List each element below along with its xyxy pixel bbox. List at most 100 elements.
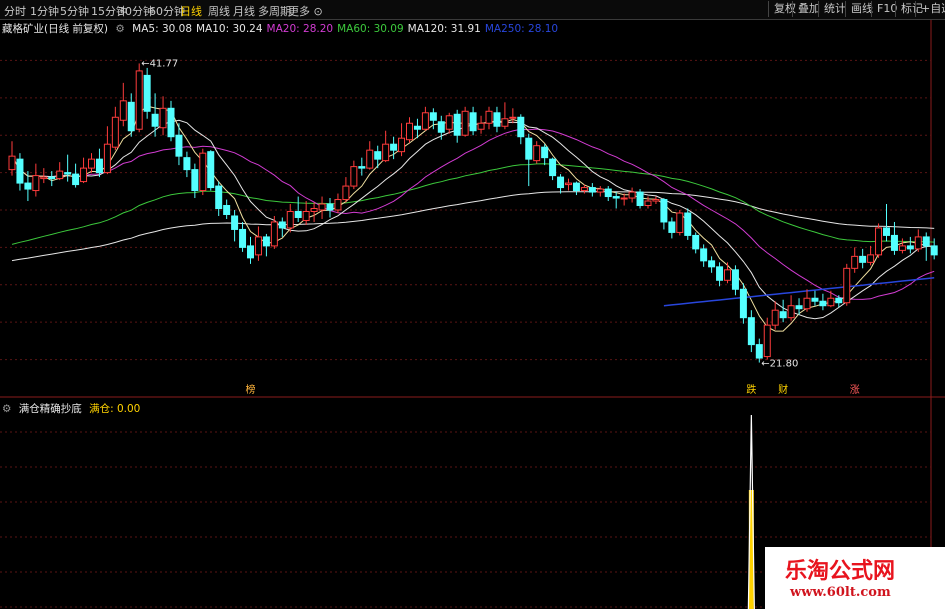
candle-body bbox=[533, 145, 541, 162]
sub-indicator-value: 满仓: 0.00 bbox=[89, 403, 141, 415]
candle-body bbox=[16, 158, 24, 184]
candle-body bbox=[382, 143, 390, 162]
candle-body bbox=[747, 317, 755, 346]
candle-body bbox=[549, 158, 557, 177]
ma20-line bbox=[11, 128, 935, 300]
candle-body bbox=[795, 305, 803, 310]
watermark-url: www.60lt.com bbox=[790, 585, 891, 600]
sub-legend: ⚙ 满仓精确抄底 满仓: 0.00 bbox=[2, 401, 144, 416]
ma-legend-item: MA60: 30.09 bbox=[337, 23, 404, 35]
candle-body bbox=[56, 170, 64, 180]
candle-body bbox=[103, 143, 111, 174]
candle-body bbox=[739, 288, 747, 319]
candle-body bbox=[270, 221, 278, 247]
candle-body bbox=[676, 212, 684, 233]
candle-body bbox=[684, 212, 692, 236]
candle-body bbox=[159, 107, 167, 129]
candle-body bbox=[350, 166, 358, 187]
event-marker: 跌 bbox=[746, 383, 756, 396]
candle-body bbox=[453, 113, 461, 136]
candle-body bbox=[80, 167, 88, 183]
candle-body bbox=[652, 199, 660, 202]
candle-body bbox=[565, 182, 572, 186]
candle-body bbox=[247, 245, 254, 259]
candle-body bbox=[111, 116, 119, 148]
candle-body bbox=[72, 173, 80, 186]
candle-body bbox=[437, 121, 445, 133]
candle-body bbox=[509, 116, 517, 119]
candle-body bbox=[175, 134, 183, 157]
ma-legend-item: MA120: 31.91 bbox=[407, 23, 481, 35]
candle-body bbox=[692, 234, 700, 250]
min-price-label: ←21.80 bbox=[761, 359, 798, 370]
candle-body bbox=[413, 125, 421, 130]
candle-body bbox=[811, 297, 819, 302]
candle-body bbox=[334, 199, 342, 211]
candle-body bbox=[827, 297, 835, 307]
candle-body bbox=[763, 324, 771, 358]
candle-body bbox=[127, 101, 135, 132]
candle-body bbox=[207, 151, 215, 189]
candle-body bbox=[898, 245, 906, 251]
kline-chart[interactable]: ←41.77 ←21.80 榜 跌 财 涨 bbox=[0, 0, 945, 609]
candle-body bbox=[835, 297, 843, 304]
stock-name-label: 藏格矿业(日线 前复权) bbox=[2, 23, 109, 35]
candle-body bbox=[668, 221, 676, 233]
candle-body bbox=[612, 196, 620, 199]
candle-body bbox=[254, 236, 262, 256]
candle-body bbox=[628, 191, 636, 199]
candle-body bbox=[859, 255, 867, 263]
candle-body bbox=[867, 254, 875, 263]
candle-body bbox=[406, 122, 413, 141]
candle-body bbox=[8, 155, 16, 171]
candle-body bbox=[151, 113, 159, 127]
candle-body bbox=[32, 175, 40, 192]
candle-body bbox=[88, 158, 95, 169]
ma-legend-item: MA5: 30.08 bbox=[132, 23, 192, 35]
candle-body bbox=[215, 185, 223, 210]
candle-body bbox=[64, 172, 72, 175]
ma-legend-item: MA10: 30.24 bbox=[196, 23, 263, 35]
event-marker: 财 bbox=[778, 383, 788, 396]
candle-body bbox=[803, 297, 811, 310]
candle-body bbox=[183, 157, 191, 171]
candle-body bbox=[143, 74, 151, 112]
candle-body bbox=[525, 137, 533, 160]
candle-body bbox=[819, 300, 827, 307]
candle-body bbox=[48, 176, 56, 180]
candle-body bbox=[708, 260, 716, 268]
candle-body bbox=[557, 176, 565, 189]
candle-body bbox=[40, 176, 48, 180]
candle-body bbox=[779, 311, 787, 319]
candle-body bbox=[294, 210, 302, 218]
candle-body bbox=[930, 245, 938, 256]
ma-legend-item: MA20: 28.20 bbox=[266, 23, 334, 35]
settings-icon[interactable]: ⚙ bbox=[2, 403, 11, 415]
candle-body bbox=[851, 255, 859, 269]
candle-body bbox=[429, 112, 437, 121]
candle-body bbox=[239, 228, 247, 248]
ma5-line bbox=[11, 105, 935, 332]
candle-body bbox=[366, 149, 374, 169]
candle-body bbox=[636, 191, 644, 207]
settings-icon[interactable]: ⚙ bbox=[115, 23, 124, 35]
candle-body bbox=[922, 236, 930, 247]
candle-body bbox=[620, 197, 628, 200]
candle-body bbox=[724, 269, 731, 281]
max-price-label: ←41.77 bbox=[141, 58, 178, 69]
candle-body bbox=[914, 236, 922, 250]
candle-body bbox=[199, 152, 207, 192]
candle-body bbox=[95, 158, 103, 174]
ma-legend-item: MA250: 28.10 bbox=[484, 23, 559, 35]
candle-body bbox=[771, 309, 779, 326]
candle-body bbox=[541, 146, 549, 159]
candle-body bbox=[342, 185, 350, 201]
candle-body bbox=[374, 151, 382, 160]
candle-body bbox=[660, 199, 668, 223]
candle-body bbox=[906, 245, 914, 250]
candle-body bbox=[755, 344, 763, 359]
candle-body bbox=[191, 169, 199, 192]
candle-body bbox=[716, 266, 724, 281]
candle-body bbox=[883, 227, 890, 236]
candle-body bbox=[262, 236, 270, 247]
